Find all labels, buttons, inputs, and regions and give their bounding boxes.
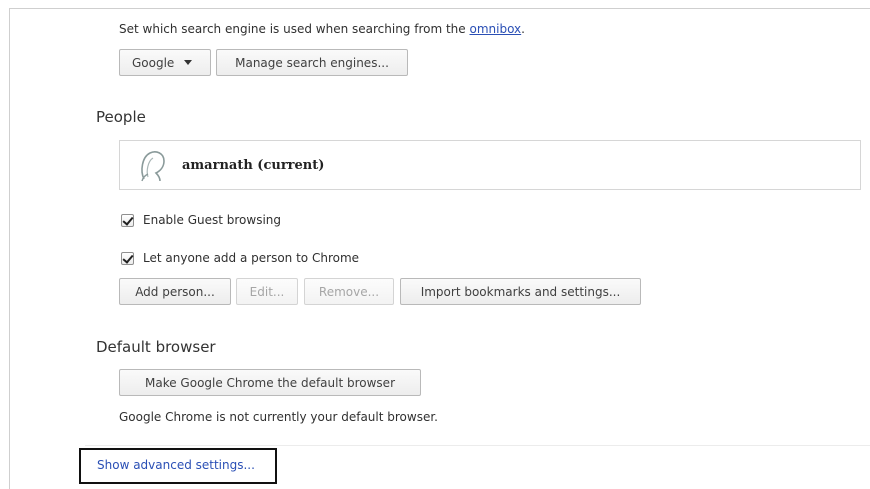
import-bookmarks-button[interactable]: Import bookmarks and settings...	[400, 278, 641, 305]
manage-search-engines-button[interactable]: Manage search engines...	[216, 49, 408, 76]
search-engine-selected-value: Google	[132, 55, 175, 70]
current-profile-name: amarnath (current)	[182, 157, 325, 173]
person-silhouette-icon	[141, 151, 165, 182]
guest-browsing-row: Enable Guest browsing	[121, 213, 281, 227]
add-person-permission-row: Let anyone add a person to Chrome	[121, 251, 359, 265]
section-divider	[85, 445, 870, 446]
people-section-title: People	[96, 108, 146, 126]
show-advanced-settings-link[interactable]: Show advanced settings...	[97, 458, 255, 472]
remove-person-button[interactable]: Remove...	[304, 278, 394, 305]
omnibox-link[interactable]: omnibox	[469, 22, 521, 36]
add-person-permission-checkbox[interactable]	[121, 251, 134, 265]
guest-browsing-label: Enable Guest browsing	[143, 213, 281, 227]
search-description-prefix: Set which search engine is used when sea…	[119, 22, 470, 36]
add-person-button[interactable]: Add person...	[119, 278, 231, 305]
guest-browsing-checkbox[interactable]	[121, 213, 134, 227]
search-engine-description: Set which search engine is used when sea…	[119, 22, 525, 36]
make-default-browser-button[interactable]: Make Google Chrome the default browser	[119, 369, 421, 396]
add-person-permission-label: Let anyone add a person to Chrome	[143, 251, 360, 265]
default-browser-section-title: Default browser	[96, 338, 216, 356]
default-browser-status: Google Chrome is not currently your defa…	[119, 410, 438, 424]
search-engine-select[interactable]: Google	[119, 49, 211, 76]
profile-list[interactable]: amarnath (current)	[119, 140, 861, 190]
edit-person-button[interactable]: Edit...	[236, 278, 298, 305]
search-description-suffix: .	[521, 22, 525, 36]
chevron-down-icon	[184, 60, 193, 65]
